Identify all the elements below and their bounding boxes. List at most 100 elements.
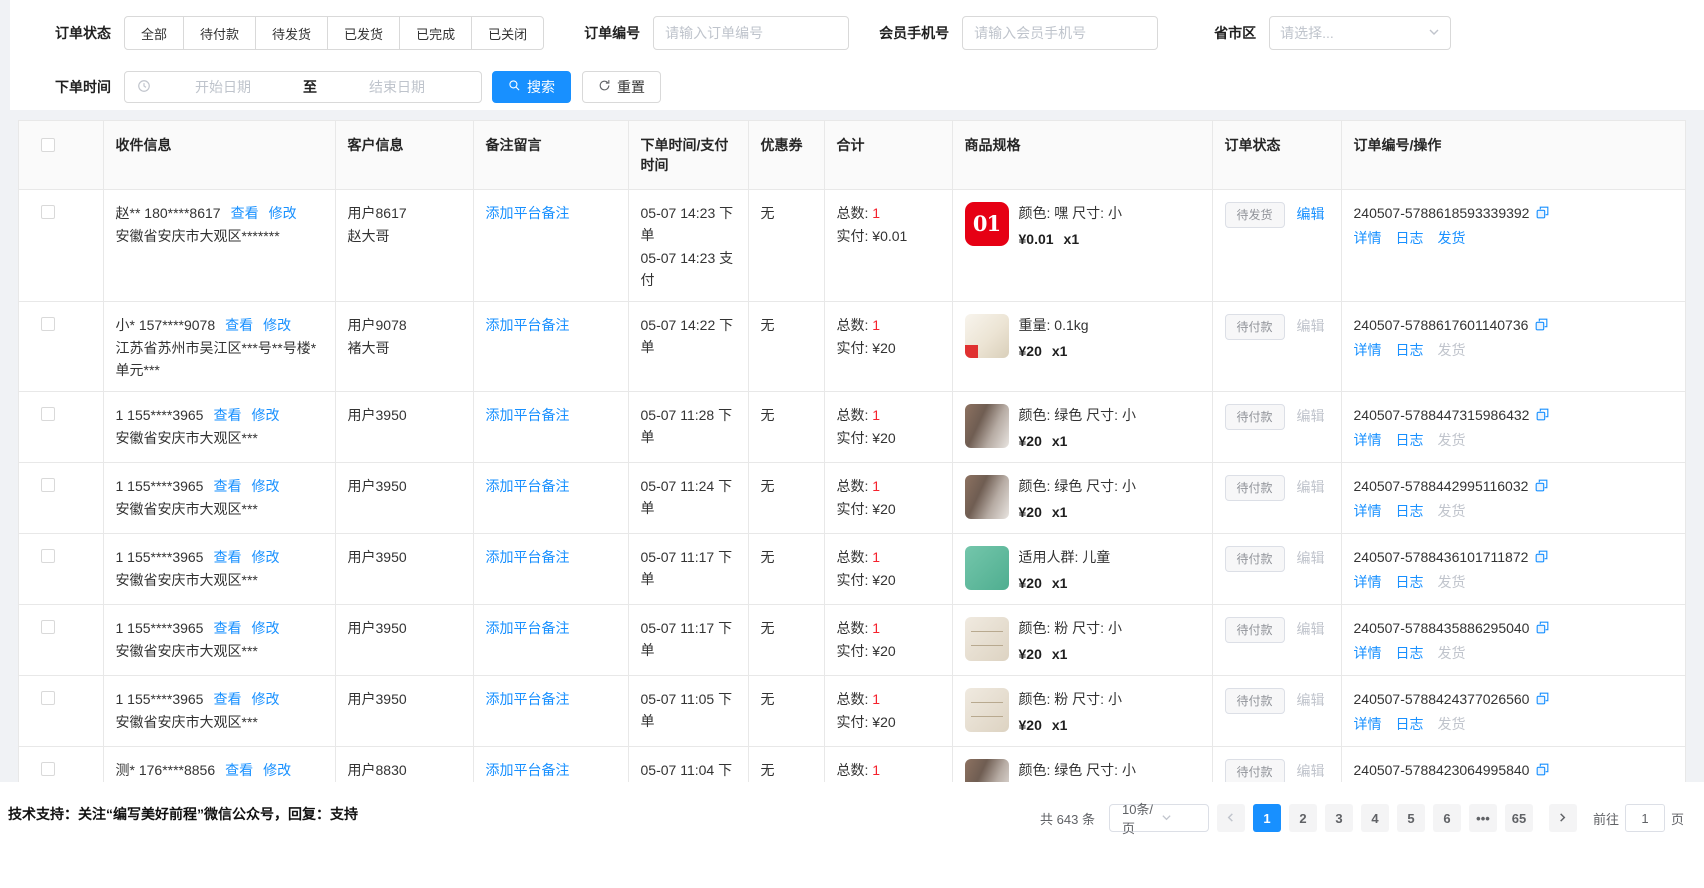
ship-link[interactable]: 发货 <box>1438 432 1466 448</box>
log-link[interactable]: 日志 <box>1396 574 1424 590</box>
add-note-link[interactable]: 添加平台备注 <box>486 549 570 565</box>
modify-link[interactable]: 修改 <box>263 317 291 333</box>
status-tab-全部[interactable]: 全部 <box>124 16 184 50</box>
edit-status-link[interactable]: 编辑 <box>1297 479 1325 495</box>
log-link[interactable]: 日志 <box>1396 432 1424 448</box>
status-tab-已发货[interactable]: 已发货 <box>327 16 400 50</box>
log-link[interactable]: 日志 <box>1396 230 1424 246</box>
region-select[interactable]: 请选择... <box>1269 16 1451 50</box>
view-link[interactable]: 查看 <box>213 478 241 494</box>
modify-link[interactable]: 修改 <box>251 478 279 494</box>
row-checkbox[interactable] <box>41 762 55 776</box>
view-link[interactable]: 查看 <box>213 407 241 423</box>
row-checkbox[interactable] <box>41 478 55 492</box>
row-checkbox[interactable] <box>41 549 55 563</box>
detail-link[interactable]: 详情 <box>1354 716 1382 732</box>
add-note-link[interactable]: 添加平台备注 <box>486 407 570 423</box>
detail-link[interactable]: 详情 <box>1354 342 1382 358</box>
status-tab-已完成[interactable]: 已完成 <box>399 16 472 50</box>
ship-link[interactable]: 发货 <box>1438 230 1466 246</box>
edit-status-link[interactable]: 编辑 <box>1297 692 1325 708</box>
status-tab-待付款[interactable]: 待付款 <box>183 16 256 50</box>
log-link[interactable]: 日志 <box>1396 342 1424 358</box>
page-button-1[interactable]: 1 <box>1253 804 1281 832</box>
ship-link[interactable]: 发货 <box>1438 645 1466 661</box>
row-checkbox[interactable] <box>41 407 55 421</box>
ship-link[interactable]: 发货 <box>1438 716 1466 732</box>
page-button-6[interactable]: 6 <box>1433 804 1461 832</box>
view-link[interactable]: 查看 <box>213 549 241 565</box>
add-note-link[interactable]: 添加平台备注 <box>486 762 570 778</box>
add-note-link[interactable]: 添加平台备注 <box>486 620 570 636</box>
copy-icon[interactable] <box>1535 693 1550 709</box>
edit-status-link[interactable]: 编辑 <box>1297 318 1325 334</box>
page-button-65[interactable]: 65 <box>1505 804 1533 832</box>
page-size-select[interactable]: 10条/页 <box>1109 804 1209 832</box>
add-note-link[interactable]: 添加平台备注 <box>486 691 570 707</box>
reset-button[interactable]: 重置 <box>582 71 661 103</box>
page-button-•••[interactable]: ••• <box>1469 804 1497 832</box>
select-all-checkbox[interactable] <box>41 138 55 152</box>
modify-link[interactable]: 修改 <box>269 205 297 221</box>
modify-link[interactable]: 修改 <box>251 407 279 423</box>
row-checkbox[interactable] <box>41 205 55 219</box>
page-button-5[interactable]: 5 <box>1397 804 1425 832</box>
goto-page-input[interactable] <box>1625 804 1665 832</box>
detail-link[interactable]: 详情 <box>1354 432 1382 448</box>
add-note-link[interactable]: 添加平台备注 <box>486 317 570 333</box>
copy-icon[interactable] <box>1535 764 1550 780</box>
add-note-link[interactable]: 添加平台备注 <box>486 478 570 494</box>
row-checkbox[interactable] <box>41 691 55 705</box>
ship-link[interactable]: 发货 <box>1438 574 1466 590</box>
copy-icon[interactable] <box>1534 480 1549 496</box>
customer-info: 用户3950 <box>335 676 473 747</box>
page-button-2[interactable]: 2 <box>1289 804 1317 832</box>
order-number: 240507-5788617601140736 <box>1354 317 1529 333</box>
view-link[interactable]: 查看 <box>213 620 241 636</box>
add-note-link[interactable]: 添加平台备注 <box>486 205 570 221</box>
view-link[interactable]: 查看 <box>231 205 259 221</box>
copy-icon[interactable] <box>1535 207 1550 223</box>
paid-amount: ¥20 <box>872 714 895 730</box>
search-button[interactable]: 搜索 <box>492 71 571 103</box>
copy-icon[interactable] <box>1534 319 1549 335</box>
detail-link[interactable]: 详情 <box>1354 645 1382 661</box>
edit-status-link[interactable]: 编辑 <box>1297 621 1325 637</box>
edit-status-link[interactable]: 编辑 <box>1297 763 1325 779</box>
ship-link[interactable]: 发货 <box>1438 503 1466 519</box>
row-checkbox[interactable] <box>41 620 55 634</box>
copy-icon[interactable] <box>1535 409 1550 425</box>
ship-link[interactable]: 发货 <box>1438 342 1466 358</box>
log-link[interactable]: 日志 <box>1396 716 1424 732</box>
page-button-4[interactable]: 4 <box>1361 804 1389 832</box>
start-date-input[interactable]: 开始日期 <box>151 77 295 97</box>
status-tab-待发货[interactable]: 待发货 <box>255 16 328 50</box>
copy-icon[interactable] <box>1534 551 1549 567</box>
view-link[interactable]: 查看 <box>225 762 253 778</box>
prev-page-button[interactable] <box>1217 804 1245 832</box>
modify-link[interactable]: 修改 <box>251 549 279 565</box>
phone-input[interactable] <box>962 16 1158 50</box>
end-date-input[interactable]: 结束日期 <box>325 77 469 97</box>
log-link[interactable]: 日志 <box>1396 503 1424 519</box>
edit-status-link[interactable]: 编辑 <box>1297 206 1325 222</box>
detail-link[interactable]: 详情 <box>1354 574 1382 590</box>
detail-link[interactable]: 详情 <box>1354 230 1382 246</box>
modify-link[interactable]: 修改 <box>263 762 291 778</box>
log-link[interactable]: 日志 <box>1396 645 1424 661</box>
page-button-3[interactable]: 3 <box>1325 804 1353 832</box>
status-tab-已关闭[interactable]: 已关闭 <box>471 16 544 50</box>
order-no-input[interactable] <box>653 16 849 50</box>
coupon-value: 无 <box>761 205 775 221</box>
modify-link[interactable]: 修改 <box>251 620 279 636</box>
edit-status-link[interactable]: 编辑 <box>1297 408 1325 424</box>
modify-link[interactable]: 修改 <box>251 691 279 707</box>
next-page-button[interactable] <box>1549 804 1577 832</box>
row-checkbox[interactable] <box>41 317 55 331</box>
copy-icon[interactable] <box>1535 622 1550 638</box>
view-link[interactable]: 查看 <box>225 317 253 333</box>
edit-status-link[interactable]: 编辑 <box>1297 550 1325 566</box>
view-link[interactable]: 查看 <box>213 691 241 707</box>
detail-link[interactable]: 详情 <box>1354 503 1382 519</box>
date-range-picker[interactable]: 开始日期 至 结束日期 <box>124 71 482 103</box>
